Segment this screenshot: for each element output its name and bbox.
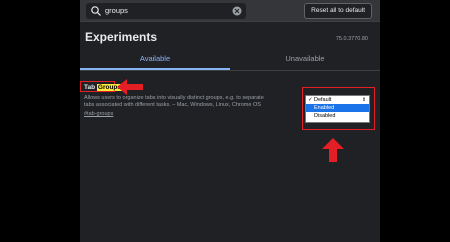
experiment-description: Allows users to organize tabs into visua… [84,95,264,108]
red-arrow-up-icon [322,138,344,162]
experiment-title-prefix: Tab [84,84,96,91]
experiment-select[interactable]: ✓ Default ⇕ Enabled Disabled [305,95,370,123]
red-arrow-left-icon [117,79,143,95]
search-input[interactable]: groups [86,3,246,19]
tab-bar: Available Unavailable [80,48,380,71]
search-icon [91,6,101,16]
select-arrows-icon: ⇕ [361,97,367,103]
clear-icon[interactable] [232,6,242,16]
flags-page: groups Reset all to default Experiments … [80,0,380,242]
divider [80,70,380,71]
tab-unavailable[interactable]: Unavailable [230,48,380,70]
tab-available[interactable]: Available [80,48,230,70]
search-query: groups [105,6,128,15]
top-bar: groups Reset all to default [80,0,380,22]
check-icon: ✓ [308,97,313,103]
experiment-link[interactable]: #tab-groups [84,111,113,117]
option-default[interactable]: ✓ Default ⇕ [306,96,369,104]
option-enabled[interactable]: Enabled [306,104,369,112]
version-label: 75.0.3770.80 [335,36,368,42]
page-title: Experiments [85,30,158,44]
reset-all-button[interactable]: Reset all to default [304,3,372,19]
option-disabled[interactable]: Disabled [306,112,369,120]
